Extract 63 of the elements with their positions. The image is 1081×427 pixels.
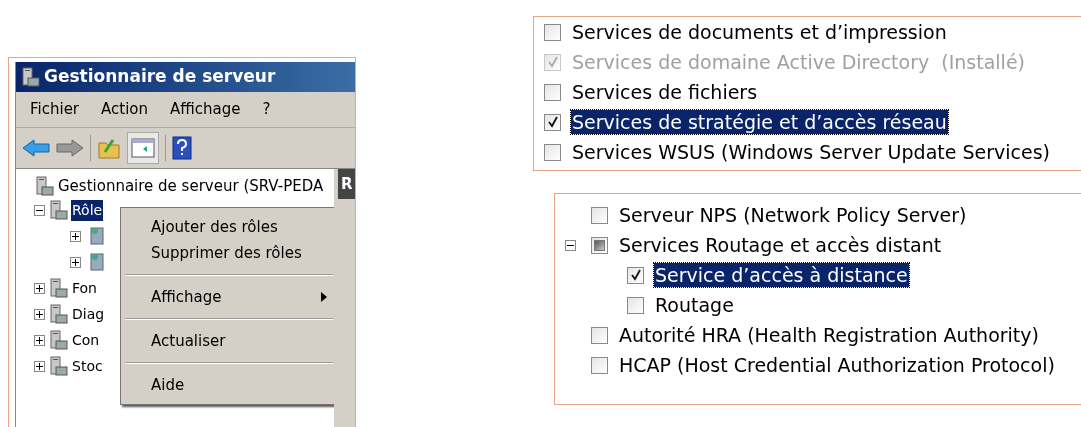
tree-item[interactable]: Rôle <box>71 199 104 221</box>
server-icon <box>20 67 40 87</box>
server-icon <box>48 200 68 220</box>
plus-icon <box>72 232 79 240</box>
plus-icon <box>72 258 79 266</box>
server-icon <box>48 278 68 298</box>
window-title: Gestionnaire de serveur <box>44 65 276 89</box>
role-label[interactable]: Services de documents et d’impression <box>571 20 948 44</box>
context-menu-item[interactable]: Actualiser <box>121 328 334 354</box>
checkbox[interactable] <box>544 113 561 131</box>
checkbox[interactable] <box>591 206 608 224</box>
server-icon <box>48 304 68 324</box>
checkbox[interactable] <box>591 236 608 254</box>
role-label[interactable]: Autorité HRA (Health Registration Authority) <box>618 323 1040 347</box>
role-label[interactable]: Service d’accès à distance <box>654 263 909 287</box>
server-icon <box>48 330 68 350</box>
checkbox[interactable] <box>627 266 644 284</box>
tree-item[interactable]: Fon <box>71 277 98 299</box>
context-menu-item[interactable]: Aide <box>121 372 334 398</box>
menu-item[interactable]: ? <box>262 98 271 121</box>
plus-icon <box>36 284 43 292</box>
context-menu-item[interactable]: Ajouter des rôles <box>121 214 334 240</box>
plus-icon <box>36 336 43 344</box>
back-arrow-icon[interactable] <box>22 138 50 158</box>
menu-item[interactable]: Affichage <box>170 98 241 121</box>
expand-toggle[interactable] <box>34 334 45 346</box>
tree-item[interactable]: Gestionnaire de serveur (SRV-PEDA <box>58 174 324 198</box>
role-label[interactable]: Serveur NPS (Network Policy Server) <box>618 203 968 227</box>
expand-toggle[interactable] <box>70 256 81 268</box>
tree-item[interactable]: Diag <box>71 303 106 325</box>
plus-icon <box>36 362 43 370</box>
checkbox[interactable] <box>627 296 644 314</box>
server-icon <box>34 176 54 196</box>
checkbox[interactable] <box>544 23 561 41</box>
role-label[interactable]: Services WSUS (Windows Server Update Services) <box>571 140 1051 164</box>
checkbox[interactable] <box>544 83 561 101</box>
expand-toggle[interactable] <box>70 230 81 242</box>
checkbox[interactable] <box>591 326 608 344</box>
checkbox[interactable] <box>591 356 608 374</box>
forward-arrow-icon[interactable] <box>56 138 84 158</box>
checkbox[interactable] <box>544 143 561 161</box>
context-menu-item[interactable]: Supprimer des rôles <box>121 240 334 266</box>
role-label[interactable]: Services de fichiers <box>571 80 759 104</box>
tree-item[interactable]: Stoc <box>71 355 104 377</box>
pane-header: R <box>338 169 355 199</box>
collapse-toggle[interactable] <box>565 239 576 251</box>
role-label[interactable]: Services de stratégie et d’accès réseau <box>571 110 948 134</box>
role-label[interactable]: Routage <box>654 293 735 317</box>
role-label[interactable]: HCAP (Host Credential Authorization Protocol) <box>618 353 1056 377</box>
console-tree-icon[interactable] <box>127 132 159 164</box>
menu-item[interactable]: Fichier <box>30 98 80 121</box>
plus-icon <box>36 310 43 318</box>
server-icon <box>48 356 68 376</box>
expand-toggle[interactable] <box>34 360 45 372</box>
submenu-arrow-icon <box>321 292 327 302</box>
help-icon[interactable] <box>172 136 192 160</box>
expand-toggle[interactable] <box>34 308 45 320</box>
collapse-toggle[interactable] <box>34 204 45 216</box>
expand-toggle[interactable] <box>34 282 45 294</box>
role-label[interactable]: Services Routage et accès distant <box>618 233 943 257</box>
context-menu-item[interactable]: Affichage <box>121 284 334 310</box>
menu-item[interactable]: Action <box>101 98 148 121</box>
tree-item[interactable]: Con <box>71 329 101 351</box>
